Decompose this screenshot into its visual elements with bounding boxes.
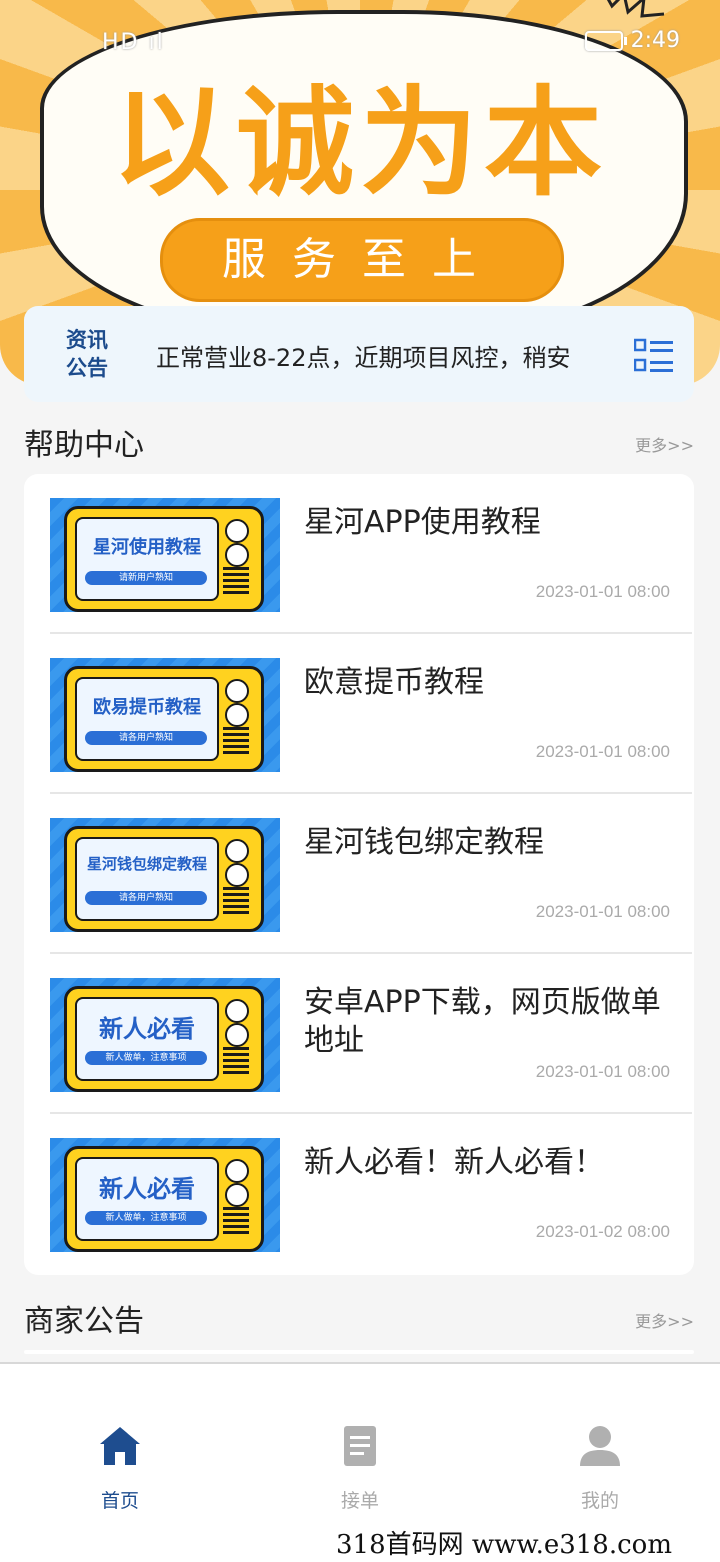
thumbnail-title: 新人必看	[99, 1015, 195, 1043]
list-item[interactable]: 星河使用教程 请新用户熟知 星河APP使用教程 2023-01-01 08:00	[50, 474, 692, 634]
knob-icon	[225, 519, 249, 543]
thumbnail-subtitle: 请新用户熟知	[85, 571, 207, 585]
help-center-header: 帮助中心 更多>>	[24, 420, 694, 463]
list-item[interactable]: 欧易提币教程 请各用户熟知 欧意提币教程 2023-01-01 08:00	[50, 634, 692, 794]
thumbnail-subtitle: 新人做单，注意事项	[85, 1051, 207, 1065]
item-date: 2023-01-02 08:00	[535, 1222, 670, 1241]
notice-text[interactable]: 正常营业8-22点，近期项目风控，稍安	[156, 338, 604, 372]
thumbnail-subtitle: 请各用户熟知	[85, 731, 207, 745]
speaker-icon	[223, 1207, 249, 1235]
merchant-title: 商家公告	[24, 1304, 144, 1339]
knob-icon	[225, 679, 249, 703]
list-item[interactable]: 新人必看 新人做单，注意事项 新人必看！新人必看！ 2023-01-02 08:…	[50, 1114, 692, 1274]
tutorial-thumbnail: 新人必看 新人做单，注意事项	[50, 978, 280, 1092]
help-center-more-link[interactable]: 更多>>	[635, 432, 694, 456]
speaker-icon	[223, 1047, 249, 1075]
tab-profile-label: 我的	[580, 1490, 619, 1512]
thumbnail-title: 星河使用教程	[93, 537, 201, 558]
watermark-text: 318首码网 www.e318.com	[336, 1530, 672, 1560]
speaker-icon	[223, 727, 249, 755]
item-date: 2023-01-01 08:00	[535, 1062, 670, 1081]
document-icon	[344, 1426, 376, 1466]
speaker-icon	[223, 887, 249, 915]
thumbnail-title: 欧易提币教程	[93, 697, 201, 718]
banner-subtitle: 服务至上	[160, 218, 564, 302]
speaker-icon	[223, 567, 249, 595]
merchant-list	[24, 1350, 694, 1354]
user-icon	[580, 1426, 620, 1466]
item-title: 新人必看！新人必看！	[304, 1145, 604, 1180]
thumbnail-title: 星河钱包绑定教程	[86, 855, 207, 873]
status-bar: HD ıl 2:49	[0, 26, 720, 60]
item-title: 安卓APP下载，网页版做单地址	[304, 985, 661, 1058]
notice-bar[interactable]: 资讯公告 正常营业8-22点，近期项目风控，稍安	[24, 306, 694, 402]
item-date: 2023-01-01 08:00	[535, 582, 670, 601]
merchant-more-link[interactable]: 更多>>	[635, 1308, 694, 1332]
tab-home-label: 首页	[100, 1490, 139, 1512]
item-title: 星河APP使用教程	[304, 505, 541, 540]
status-time: 2:49	[630, 28, 680, 53]
list-item[interactable]: 新人必看 新人做单，注意事项 安卓APP下载，网页版做单地址 2023-01-0…	[50, 954, 692, 1114]
item-title: 欧意提币教程	[304, 665, 484, 700]
item-title: 星河钱包绑定教程	[304, 825, 544, 860]
tab-orders-label: 接单	[340, 1490, 379, 1512]
tutorial-thumbnail: 星河使用教程 请新用户熟知	[50, 498, 280, 612]
merchant-header: 商家公告 更多>>	[24, 1296, 694, 1339]
banner-title: 以诚为本	[111, 74, 608, 212]
tutorial-thumbnail: 星河钱包绑定教程 请各用户熟知	[50, 818, 280, 932]
item-date: 2023-01-01 08:00	[535, 902, 670, 921]
tab-orders[interactable]: 接单	[300, 1424, 420, 1513]
knob-icon	[225, 1183, 249, 1207]
knob-icon	[225, 999, 249, 1023]
tab-profile[interactable]: 我的	[540, 1424, 660, 1513]
list-icon[interactable]	[634, 338, 674, 374]
tab-home[interactable]: 首页	[60, 1424, 180, 1513]
battery-icon	[584, 30, 627, 51]
thumbnail-subtitle: 新人做单，注意事项	[85, 1211, 207, 1225]
knob-icon	[225, 1159, 249, 1183]
knob-icon	[225, 863, 249, 887]
signal-indicator: HD ıl	[102, 30, 165, 55]
knob-icon	[225, 543, 249, 567]
tutorial-thumbnail: 欧易提币教程 请各用户熟知	[50, 658, 280, 772]
thumbnail-title: 新人必看	[99, 1175, 195, 1203]
item-date: 2023-01-01 08:00	[535, 742, 670, 761]
home-icon	[100, 1427, 140, 1465]
notice-tag: 资讯公告	[66, 328, 108, 380]
knob-icon	[225, 839, 249, 863]
help-center-list: 星河使用教程 请新用户熟知 星河APP使用教程 2023-01-01 08:00…	[24, 474, 694, 1275]
knob-icon	[225, 1023, 249, 1047]
list-item[interactable]: 星河钱包绑定教程 请各用户熟知 星河钱包绑定教程 2023-01-01 08:0…	[50, 794, 692, 954]
help-center-title: 帮助中心	[24, 428, 144, 463]
thumbnail-subtitle: 请各用户熟知	[85, 891, 207, 905]
knob-icon	[225, 703, 249, 727]
tutorial-thumbnail: 新人必看 新人做单，注意事项	[50, 1138, 280, 1252]
